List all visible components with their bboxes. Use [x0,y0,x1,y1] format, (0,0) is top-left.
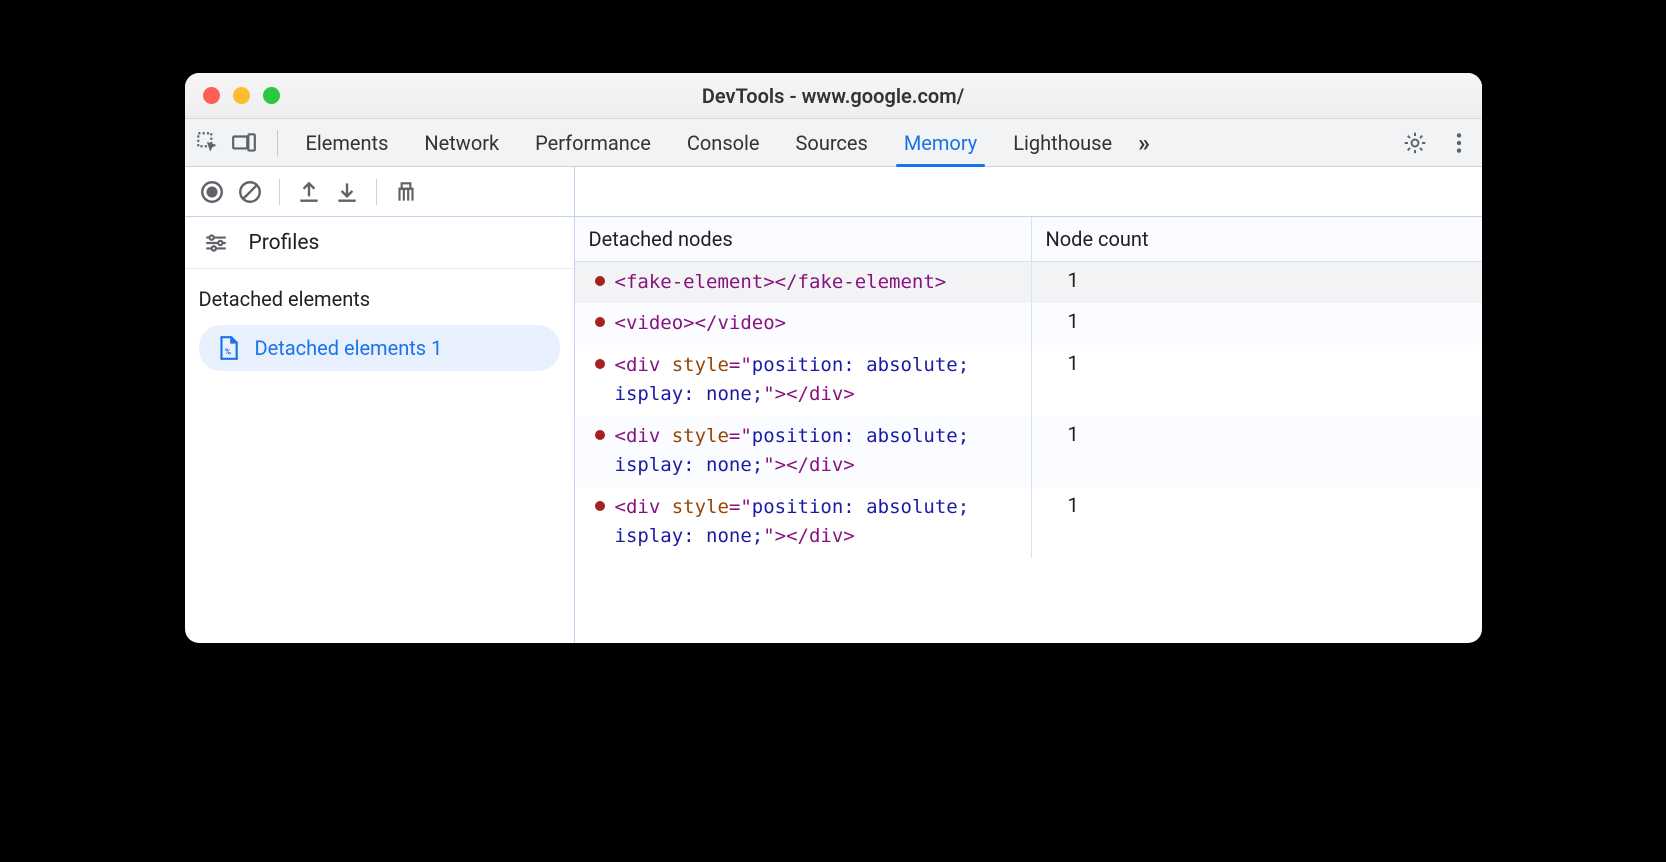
node-marker-icon [595,359,605,369]
tab-elements[interactable]: Elements [288,119,407,166]
divider [376,179,377,205]
record-icon[interactable] [199,179,225,205]
tab-console[interactable]: Console [669,119,778,166]
titlebar: DevTools - www.google.com/ [185,73,1482,119]
download-icon[interactable] [334,179,360,205]
divider [277,130,278,156]
cell-detached-node: <fake-element></fake-element> [575,262,1032,303]
divider [279,179,280,205]
devtools-window: DevTools - www.google.com/ ElementsNetwo… [185,73,1482,643]
device-toolbar-icon[interactable] [231,130,257,156]
tab-memory[interactable]: Memory [886,119,995,166]
cell-node-count: 1 [1032,262,1482,303]
kebab-menu-icon[interactable] [1446,130,1472,156]
tab-lighthouse[interactable]: Lighthouse [995,119,1130,166]
profile-item-label: Detached elements 1 [255,336,443,360]
traffic-lights [203,87,280,104]
content-toolbar [575,167,1482,217]
more-tabs-button[interactable]: » [1138,129,1150,157]
table-header: Detached nodes Node count [575,217,1482,262]
close-window-button[interactable] [203,87,220,104]
collect-garbage-icon[interactable] [393,179,419,205]
sidebar: Profiles Detached elements % Detached ele… [185,167,575,643]
sidebar-section-label: Detached elements [185,269,574,321]
cell-node-count: 1 [1032,345,1482,416]
cell-detached-node: <div style="position: absolute; isplay: … [575,487,1032,558]
upload-icon[interactable] [296,179,322,205]
node-marker-icon [595,501,605,511]
node-marker-icon [595,276,605,286]
node-marker-icon [595,317,605,327]
filter-sliders-icon[interactable] [203,230,229,256]
panel-tabs: ElementsNetworkPerformanceConsoleSources… [185,119,1482,167]
table-row[interactable]: <div style="position: absolute; isplay: … [575,345,1482,416]
svg-text:%: % [224,348,231,358]
tab-network[interactable]: Network [406,119,517,166]
maximize-window-button[interactable] [263,87,280,104]
tab-sources[interactable]: Sources [778,119,886,166]
tab-performance[interactable]: Performance [517,119,669,166]
file-icon: % [215,335,241,361]
profiles-label: Profiles [249,231,320,255]
profiles-header: Profiles [185,217,574,269]
table-row[interactable]: <div style="position: absolute; isplay: … [575,416,1482,487]
window-title: DevTools - www.google.com/ [185,84,1482,108]
column-header-node-count[interactable]: Node count [1032,217,1482,261]
profile-item[interactable]: % Detached elements 1 [199,325,560,371]
table-body: <fake-element></fake-element>1<video></v… [575,262,1482,643]
inspect-element-icon[interactable] [195,130,221,156]
cell-node-count: 1 [1032,487,1482,558]
cell-detached-node: <div style="position: absolute; isplay: … [575,416,1032,487]
cell-detached-node: <video></video> [575,303,1032,344]
node-marker-icon [595,430,605,440]
clear-icon[interactable] [237,179,263,205]
cell-node-count: 1 [1032,303,1482,344]
cell-detached-node: <div style="position: absolute; isplay: … [575,345,1032,416]
settings-gear-icon[interactable] [1402,130,1428,156]
column-header-detached-nodes[interactable]: Detached nodes [575,217,1032,261]
table-row[interactable]: <video></video>1 [575,303,1482,344]
cell-node-count: 1 [1032,416,1482,487]
content: Detached nodes Node count <fake-element>… [575,167,1482,643]
minimize-window-button[interactable] [233,87,250,104]
sidebar-toolbar [185,167,574,217]
main-area: Profiles Detached elements % Detached ele… [185,167,1482,643]
table-row[interactable]: <div style="position: absolute; isplay: … [575,487,1482,558]
table-row[interactable]: <fake-element></fake-element>1 [575,262,1482,303]
